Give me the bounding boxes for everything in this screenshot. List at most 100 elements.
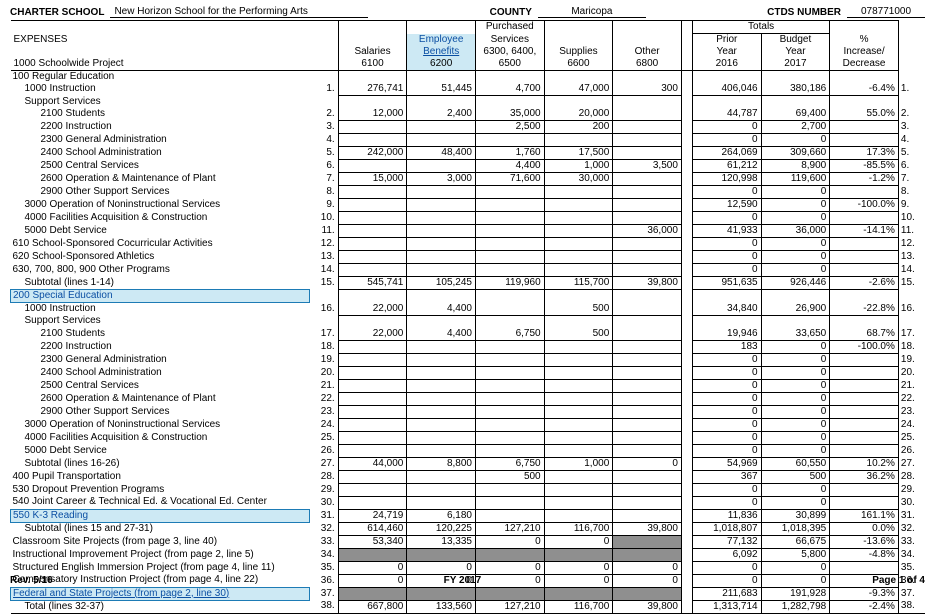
- cell: [830, 496, 899, 509]
- cell: [338, 483, 407, 496]
- cell: [338, 379, 407, 392]
- cell: [407, 379, 476, 392]
- cell: 0: [761, 186, 830, 199]
- gap: [681, 483, 692, 496]
- cell: [544, 199, 613, 212]
- col-supplies-1: Supplies: [544, 46, 613, 58]
- cell: 0: [761, 353, 830, 366]
- cell: [544, 353, 613, 366]
- row-desc: 610 School-Sponsored Cocurricular Activi…: [11, 238, 310, 251]
- cell: [692, 96, 761, 109]
- cell: 6,750: [475, 457, 544, 470]
- table-row: 1000 Instruction16.22,0004,40050034,8402…: [11, 303, 926, 316]
- cell: [613, 121, 682, 134]
- cell: 183: [692, 340, 761, 353]
- row-desc: 2500 Central Services: [11, 379, 310, 392]
- col-budget-3: 2017: [761, 58, 830, 71]
- col-benefits-2[interactable]: Benefits: [407, 46, 476, 58]
- row-desc: 2100 Students: [11, 328, 310, 341]
- row-line-left: 13.: [309, 251, 338, 264]
- cell: 2,500: [475, 121, 544, 134]
- table-row: 620 School-Sponsored Athletics13.0013.: [11, 251, 926, 264]
- cell: 120,225: [407, 522, 476, 535]
- cell: 127,210: [475, 600, 544, 613]
- cell: [613, 587, 682, 600]
- row-line-left: 9.: [309, 199, 338, 212]
- cell: 5,800: [761, 548, 830, 561]
- row-desc[interactable]: 200 Special Education: [11, 290, 310, 303]
- row-line-right: 30.: [898, 496, 925, 509]
- cell: [830, 186, 899, 199]
- cell: [475, 483, 544, 496]
- cell: [613, 264, 682, 277]
- cell: [407, 96, 476, 109]
- row-line-left: 3.: [309, 121, 338, 134]
- cell: 33,650: [761, 328, 830, 341]
- cell: [544, 340, 613, 353]
- cell: [544, 509, 613, 522]
- row-line-right: 14.: [898, 264, 925, 277]
- row-desc: 2400 School Administration: [11, 147, 310, 160]
- cell: [475, 225, 544, 238]
- cell: [544, 483, 613, 496]
- cell: [338, 340, 407, 353]
- cell: [613, 199, 682, 212]
- cell: [830, 212, 899, 225]
- row-line-right: 2.: [898, 108, 925, 121]
- cell: [544, 290, 613, 303]
- cell: 0.0%: [830, 522, 899, 535]
- cell: [475, 431, 544, 444]
- table-row: 2100 Students17.22,0004,4006,75050019,94…: [11, 328, 926, 341]
- gap: [681, 457, 692, 470]
- col-benefits-1[interactable]: Employee: [407, 34, 476, 47]
- gap: [681, 96, 692, 109]
- cell: 0: [761, 264, 830, 277]
- cell: [830, 431, 899, 444]
- header-line: CHARTER SCHOOL New Horizon School for th…: [10, 6, 925, 18]
- row-desc[interactable]: Federal and State Projects (from page 2,…: [11, 587, 310, 600]
- col-prior-1: Prior: [692, 34, 761, 47]
- cell: 191,928: [761, 587, 830, 600]
- cell: [407, 496, 476, 509]
- county-label: COUNTY: [490, 7, 532, 18]
- row-line-right: 16.: [898, 303, 925, 316]
- row-desc: 2300 General Administration: [11, 134, 310, 147]
- cell: [338, 290, 407, 303]
- row-line-left: [309, 315, 338, 328]
- cell: [475, 353, 544, 366]
- cell: [407, 186, 476, 199]
- table-row: 2200 Instruction3.2,50020002,7003.: [11, 121, 926, 134]
- row-line-right: 33.: [898, 535, 925, 548]
- cell: 2,700: [761, 121, 830, 134]
- cell: [475, 379, 544, 392]
- cell: 8,900: [761, 160, 830, 173]
- cell: 36,000: [613, 225, 682, 238]
- row-desc[interactable]: 550 K-3 Reading: [11, 509, 310, 522]
- cell: [475, 496, 544, 509]
- cell: 0: [692, 238, 761, 251]
- row-desc: 3000 Operation of Noninstructional Servi…: [11, 418, 310, 431]
- cell: 0: [338, 561, 407, 574]
- cell: [338, 186, 407, 199]
- cell: [544, 251, 613, 264]
- cell: 0: [475, 535, 544, 548]
- gap: [681, 587, 692, 600]
- cell: [830, 290, 899, 303]
- cell: [830, 71, 899, 84]
- gap: [681, 264, 692, 277]
- cell: [613, 379, 682, 392]
- cell: 2,400: [407, 108, 476, 121]
- gap: [681, 83, 692, 96]
- table-row: 3000 Operation of Noninstructional Servi…: [11, 199, 926, 212]
- cell: 0: [692, 561, 761, 574]
- row-line-right: 29.: [898, 483, 925, 496]
- row-line-left: 23.: [309, 405, 338, 418]
- col-salaries-2: 6100: [338, 58, 407, 71]
- cell: -100.0%: [830, 199, 899, 212]
- cell: [761, 315, 830, 328]
- row-line-left: 37.: [309, 587, 338, 600]
- cell: 1,018,807: [692, 522, 761, 535]
- cell: [692, 290, 761, 303]
- cell: 0: [692, 186, 761, 199]
- row-line-right: 18.: [898, 340, 925, 353]
